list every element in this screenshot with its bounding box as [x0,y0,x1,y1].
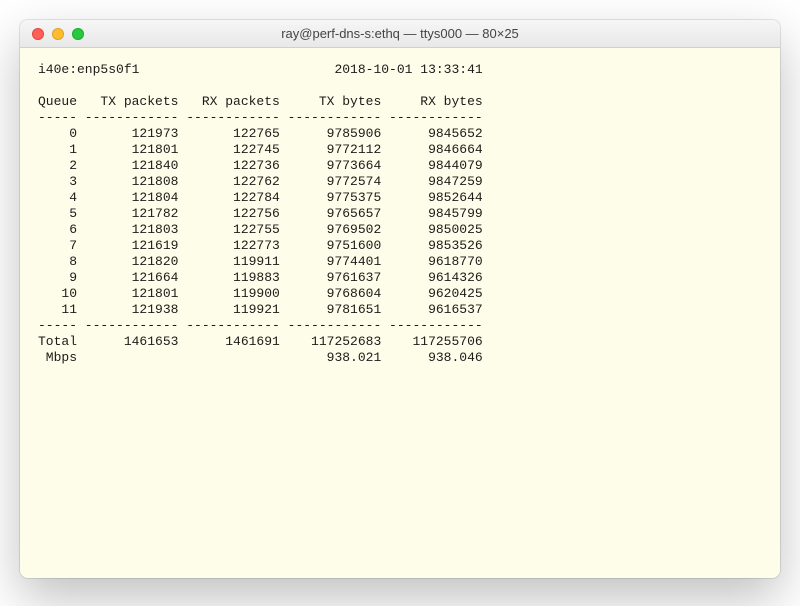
maximize-icon[interactable] [72,28,84,40]
close-icon[interactable] [32,28,44,40]
terminal-content[interactable]: i40e:enp5s0f1 2018-10-01 13:33:41 Queue … [20,48,780,578]
minimize-icon[interactable] [52,28,64,40]
titlebar[interactable]: ray@perf-dns-s:ethq — ttys000 — 80×25 [20,20,780,48]
terminal-window: ray@perf-dns-s:ethq — ttys000 — 80×25 i4… [20,20,780,578]
window-title: ray@perf-dns-s:ethq — ttys000 — 80×25 [20,26,780,41]
traffic-lights [20,28,84,40]
